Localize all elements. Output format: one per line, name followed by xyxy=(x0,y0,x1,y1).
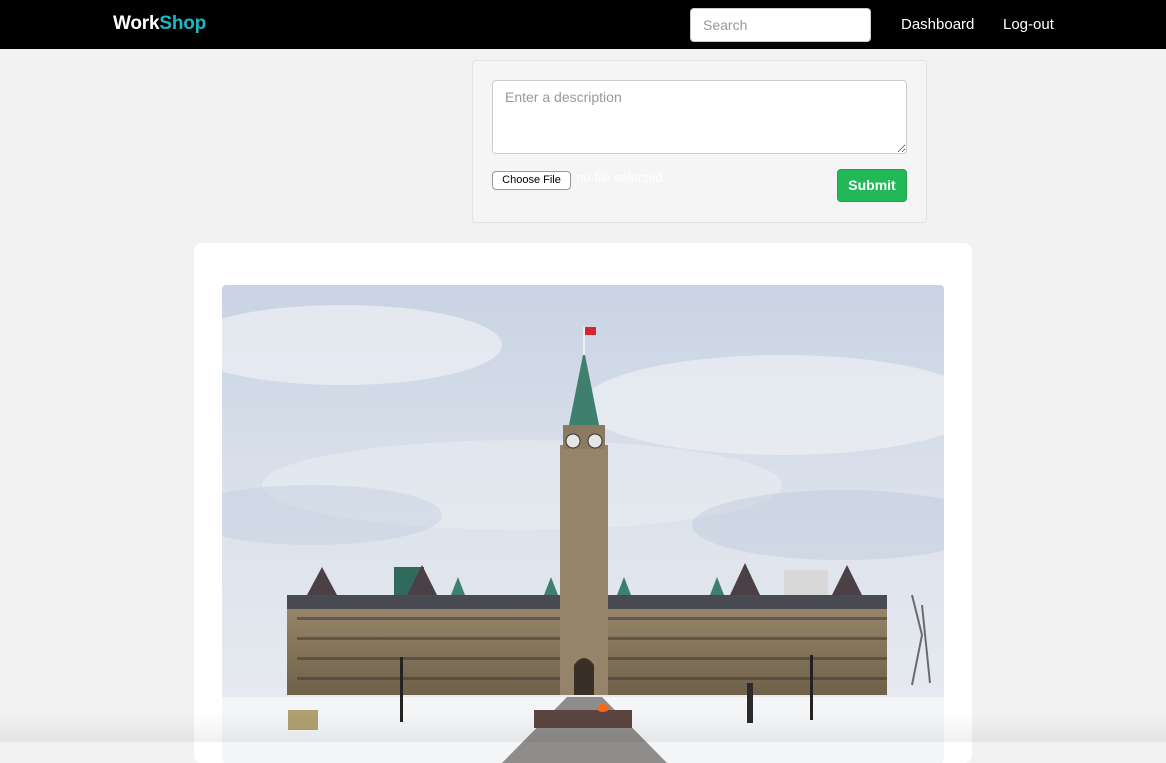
post-card xyxy=(194,243,972,763)
description-field[interactable] xyxy=(492,80,907,154)
navbar: WorkShop Dashboard Log-out xyxy=(0,0,1166,49)
choose-file-button[interactable]: Choose File xyxy=(492,171,571,190)
brand-part-work: Work xyxy=(113,13,160,34)
brand-part-shop: Shop xyxy=(159,13,207,34)
parliament-building-image xyxy=(222,285,944,763)
search-input[interactable] xyxy=(690,8,871,42)
submit-button[interactable]: Submit xyxy=(837,169,907,202)
brand-logo[interactable]: WorkShop xyxy=(113,13,206,35)
nav-link-logout[interactable]: Log-out xyxy=(1003,16,1054,33)
file-status-text: no file selected xyxy=(576,170,663,185)
nav-link-dashboard[interactable]: Dashboard xyxy=(901,16,974,33)
post-photo[interactable] xyxy=(222,285,944,763)
post-form: Choose File no file selected Submit xyxy=(472,60,927,223)
